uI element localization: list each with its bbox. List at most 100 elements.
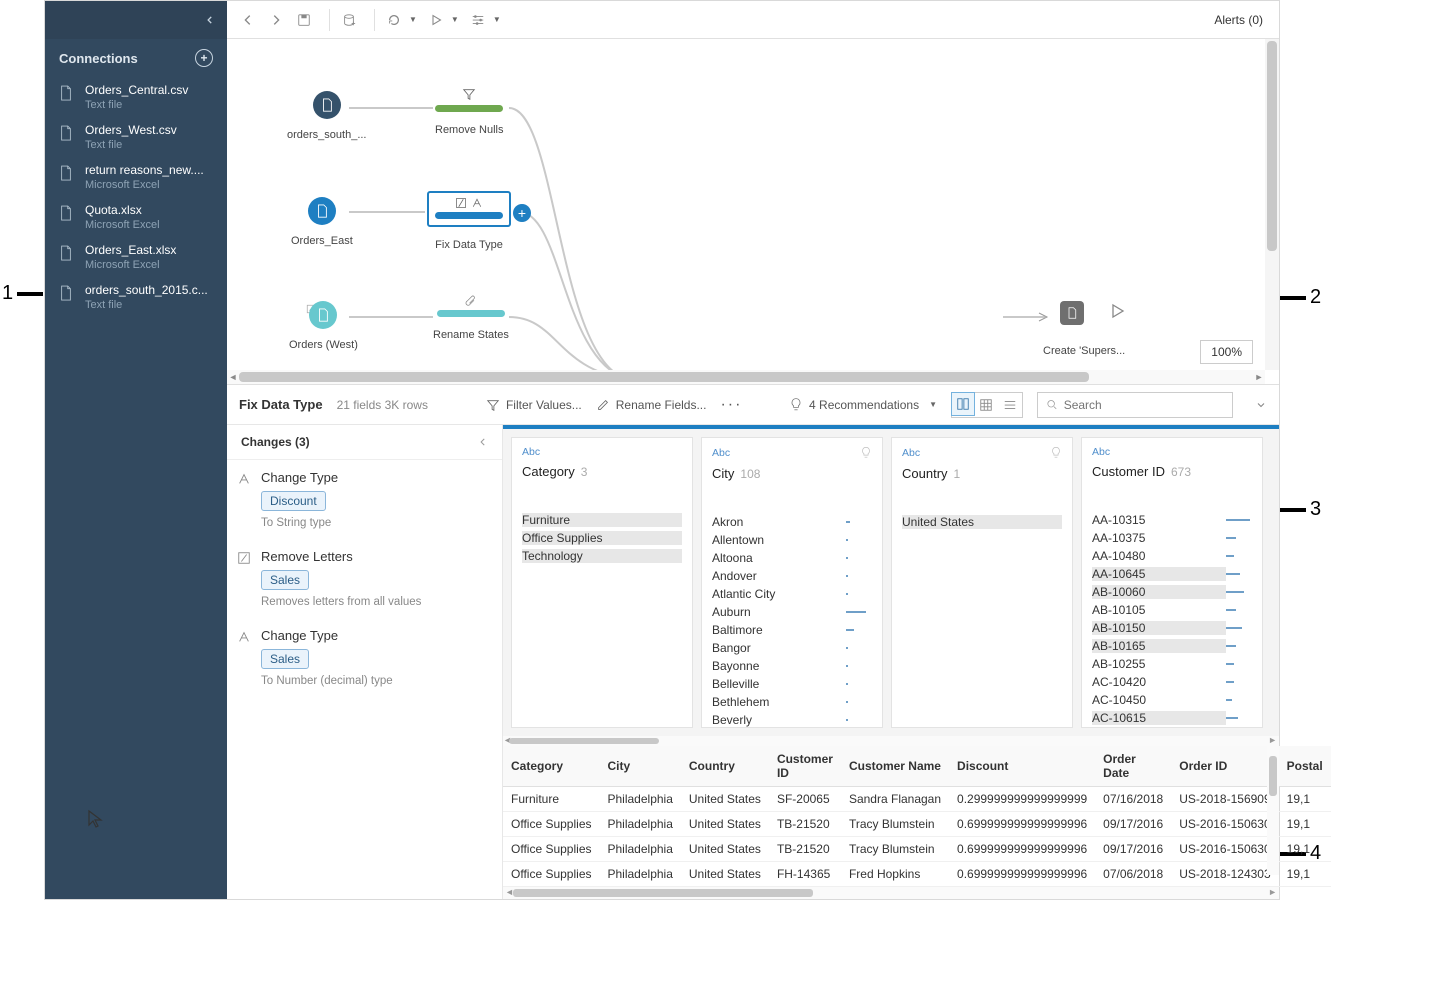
profile-card-city[interactable]: Abc City108 AkronAllentownAltoonaAndover…: [701, 437, 883, 728]
search-box[interactable]: [1037, 392, 1233, 418]
nav-forward-icon[interactable]: [265, 9, 287, 31]
grid-header[interactable]: Category: [503, 746, 600, 787]
table-row[interactable]: Office SuppliesPhiladelphiaUnited States…: [503, 862, 1331, 887]
profile-value[interactable]: AC-10420: [1092, 673, 1252, 691]
flow-input-orders-south[interactable]: orders_south_...: [287, 91, 367, 141]
profile-value[interactable]: AB-10150: [1092, 619, 1252, 637]
profile-value[interactable]: Bethlehem: [712, 693, 872, 711]
profile-value[interactable]: AB-10165: [1092, 637, 1252, 655]
run-flow-icon[interactable]: [425, 9, 447, 31]
run-dropdown[interactable]: ▼: [451, 15, 459, 24]
profile-value[interactable]: AC-10450: [1092, 691, 1252, 709]
flow-step-rename-states[interactable]: Rename States: [433, 295, 509, 341]
profile-value[interactable]: Office Supplies: [522, 529, 682, 547]
flow-step-remove-nulls[interactable]: Remove Nulls: [435, 87, 503, 136]
profile-value[interactable]: Belleville: [712, 675, 872, 693]
profile-value[interactable]: Altoona: [712, 549, 872, 567]
grid-header[interactable]: Customer ID: [769, 746, 841, 787]
chevron-left-icon[interactable]: [478, 437, 488, 447]
profile-value[interactable]: AB-10060: [1092, 583, 1252, 601]
scroll-left-icon[interactable]: ◄: [227, 370, 239, 384]
rename-fields-button[interactable]: Rename Fields...: [596, 398, 707, 412]
profile-value[interactable]: Baltimore: [712, 621, 872, 639]
profile-cards-strip[interactable]: Abc Category3 FurnitureOffice SuppliesTe…: [503, 425, 1279, 736]
profile-card-category[interactable]: Abc Category3 FurnitureOffice SuppliesTe…: [511, 437, 693, 728]
profile-value[interactable]: AA-10315: [1092, 511, 1252, 529]
more-options-button[interactable]: ···: [720, 396, 742, 414]
connection-item[interactable]: Quota.xlsx Microsoft Excel: [45, 197, 227, 237]
flow-input-orders-east[interactable]: Orders_East: [291, 197, 353, 247]
settings-sliders-icon[interactable]: [467, 9, 489, 31]
flow-vertical-scrollbar[interactable]: [1265, 39, 1279, 370]
profile-value[interactable]: Andover: [712, 567, 872, 585]
cards-horizontal-scrollbar[interactable]: ◄ ►: [503, 736, 1279, 746]
grid-header[interactable]: Discount: [949, 746, 1095, 787]
alerts-link[interactable]: Alerts (0): [1214, 13, 1269, 27]
collapse-profile-button[interactable]: [1255, 399, 1267, 411]
grid-header[interactable]: Postal: [1279, 746, 1331, 787]
recommendations-button[interactable]: 4 Recommendations ▼: [789, 397, 937, 413]
table-row[interactable]: Office SuppliesPhiladelphiaUnited States…: [503, 812, 1331, 837]
flow-output-create-extract[interactable]: Create 'Supers...: [1043, 301, 1125, 357]
table-row[interactable]: Office SuppliesPhiladelphiaUnited States…: [503, 837, 1331, 862]
grid-header[interactable]: Order ID: [1171, 746, 1278, 787]
profile-value[interactable]: AA-10375: [1092, 529, 1252, 547]
profile-value[interactable]: Auburn: [712, 603, 872, 621]
scroll-right-icon[interactable]: ►: [1253, 370, 1265, 384]
grid-horizontal-scrollbar[interactable]: ◄ ►: [503, 887, 1279, 899]
sidebar-collapse-button[interactable]: [45, 1, 227, 39]
profile-value[interactable]: AC-10615: [1092, 709, 1252, 727]
grid-header[interactable]: City: [600, 746, 681, 787]
profile-value[interactable]: Allentown: [712, 531, 872, 549]
table-row[interactable]: FurniturePhiladelphiaUnited StatesSF-200…: [503, 787, 1331, 812]
nav-back-icon[interactable]: [237, 9, 259, 31]
profile-value[interactable]: Bangor: [712, 639, 872, 657]
profile-value[interactable]: AA-10645: [1092, 565, 1252, 583]
change-item[interactable]: Change Type Sales To Number (decimal) ty…: [227, 618, 502, 697]
settings-dropdown[interactable]: ▼: [493, 15, 501, 24]
flow-input-orders-west[interactable]: Orders (West): [289, 301, 358, 351]
refresh-icon[interactable]: [383, 9, 405, 31]
grid-view-button[interactable]: [998, 393, 1022, 417]
flow-horizontal-scrollbar[interactable]: ◄ ►: [227, 370, 1265, 384]
grid-header[interactable]: Order Date: [1095, 746, 1171, 787]
lightbulb-icon[interactable]: [860, 446, 872, 460]
profile-value[interactable]: United States: [902, 513, 1062, 531]
profile-value[interactable]: Furniture: [522, 511, 682, 529]
search-input[interactable]: [1064, 398, 1224, 412]
profile-card-country[interactable]: Abc Country1 United States: [891, 437, 1073, 728]
profile-value[interactable]: AB-10255: [1092, 655, 1252, 673]
list-view-button[interactable]: [974, 393, 998, 417]
profile-value[interactable]: Technology: [522, 547, 682, 565]
profile-value[interactable]: Beverly: [712, 711, 872, 727]
connection-item[interactable]: orders_south_2015.c... Text file: [45, 277, 227, 317]
profile-value[interactable]: Bayonne: [712, 657, 872, 675]
profile-value[interactable]: Atlantic City: [712, 585, 872, 603]
connect-data-icon[interactable]: [338, 9, 360, 31]
save-icon[interactable]: [293, 9, 315, 31]
profile-card-customer_id[interactable]: Abc Customer ID673 AA-10315AA-10375AA-10…: [1081, 437, 1263, 728]
flow-step-fix-data-type[interactable]: Fix Data Type: [427, 191, 511, 251]
flow-pane[interactable]: orders_south_... Remove Nulls Orders_Eas…: [227, 39, 1279, 385]
profile-value[interactable]: AB-10105: [1092, 601, 1252, 619]
data-grid[interactable]: CategoryCityCountryCustomer IDCustomer N…: [503, 746, 1331, 887]
add-connection-button[interactable]: +: [195, 49, 213, 67]
lightbulb-icon[interactable]: [1050, 446, 1062, 460]
connection-item[interactable]: Orders_Central.csv Text file: [45, 77, 227, 117]
change-item[interactable]: Remove Letters Sales Removes letters fro…: [227, 539, 502, 618]
connection-item[interactable]: Orders_West.csv Text file: [45, 117, 227, 157]
filter-values-button[interactable]: Filter Values...: [486, 398, 582, 412]
refresh-dropdown[interactable]: ▼: [409, 15, 417, 24]
run-output-icon[interactable]: [1109, 301, 1125, 321]
add-step-button[interactable]: +: [513, 204, 531, 222]
grid-header[interactable]: Country: [681, 746, 769, 787]
profile-view-button[interactable]: [951, 392, 975, 416]
zoom-level[interactable]: 100%: [1200, 340, 1253, 364]
grid-header[interactable]: Customer Name: [841, 746, 949, 787]
connection-item[interactable]: Orders_East.xlsx Microsoft Excel: [45, 237, 227, 277]
profile-value[interactable]: AA-10480: [1092, 547, 1252, 565]
grid-vertical-scrollbar[interactable]: [1267, 746, 1279, 875]
change-item[interactable]: Change Type Discount To String type: [227, 460, 502, 539]
profile-value[interactable]: Akron: [712, 513, 872, 531]
connection-item[interactable]: return reasons_new.... Microsoft Excel: [45, 157, 227, 197]
